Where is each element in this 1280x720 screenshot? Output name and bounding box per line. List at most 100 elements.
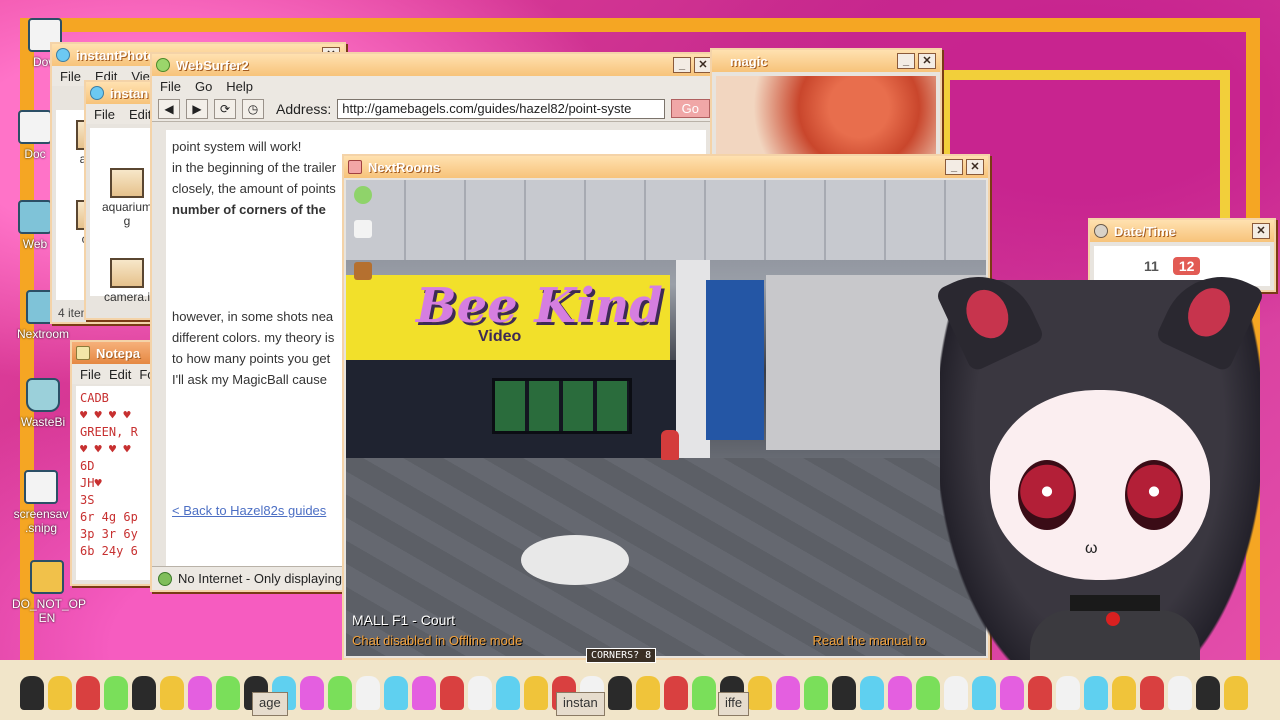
location-label: MALL F1 - Court: [352, 612, 455, 628]
critter-sprite: [468, 676, 492, 710]
critter-sprite: [524, 676, 548, 710]
critter-sprite: [1000, 676, 1024, 710]
chat-icon[interactable]: [354, 220, 372, 238]
critter-sprite: [972, 676, 996, 710]
critter-sprite: [860, 676, 884, 710]
taskbar-button[interactable]: instan: [556, 692, 605, 716]
manual-notice[interactable]: Read the manual to: [813, 633, 926, 648]
avatar-mouth: ω: [1085, 540, 1098, 557]
gear-icon: [1094, 224, 1108, 238]
titlebar[interactable]: Date/Time ✕: [1090, 220, 1274, 242]
globe-icon: [18, 200, 52, 234]
critter-sprite: [104, 676, 128, 710]
document-icon: [24, 470, 58, 504]
critter-sprite: [328, 676, 352, 710]
store-window: [492, 378, 632, 434]
ear-inner: [958, 282, 1017, 346]
menu-go[interactable]: Go: [195, 79, 212, 94]
titlebar[interactable]: WebSurfer2 _ ✕: [152, 54, 716, 76]
folder-icon: [30, 560, 64, 594]
critter-sprite: [608, 676, 632, 710]
critter-sprite: [440, 676, 464, 710]
close-icon[interactable]: ✕: [1252, 223, 1270, 239]
go-button[interactable]: Go: [670, 99, 710, 118]
critter-sprite: [20, 676, 44, 710]
refresh-icon[interactable]: ⟳: [214, 98, 236, 119]
globe-icon: [156, 58, 170, 72]
taskbar-button[interactable]: iffe: [718, 692, 750, 716]
critter-sprite: [664, 676, 688, 710]
nextrooms-icon: [348, 160, 362, 174]
desktop-icon-screensaver[interactable]: screensav .snipg: [6, 470, 76, 535]
address-input[interactable]: http://gamebagels.com/guides/hazel82/poi…: [337, 98, 665, 119]
critter-sprite: [384, 676, 408, 710]
critter-sprite: [888, 676, 912, 710]
camera-icon: [90, 86, 104, 100]
critter-sprite: [1140, 676, 1164, 710]
critter-sprite: [160, 676, 184, 710]
chat-disabled-notice: Chat disabled in Offline mode: [352, 633, 523, 648]
critter-sprite: [188, 676, 212, 710]
menu-help[interactable]: Help: [226, 79, 253, 94]
avatar-collar: [1070, 595, 1160, 611]
avatar-bell: [1106, 612, 1120, 626]
menu-edit[interactable]: Edit: [129, 107, 151, 122]
critter-sprite: [76, 676, 100, 710]
back-arrow-icon[interactable]: ◀: [158, 98, 180, 119]
critter-sprite: [636, 676, 660, 710]
minimize-icon[interactable]: _: [673, 57, 691, 73]
critter-sprite: [1084, 676, 1108, 710]
minimize-icon[interactable]: _: [897, 53, 915, 69]
critter-sprite: [1028, 676, 1052, 710]
critter-parade: [0, 676, 1280, 720]
player-character: [661, 430, 679, 460]
corners-counter: CORNERS? 8: [586, 648, 657, 663]
critter-sprite: [776, 676, 800, 710]
desktop-icon-wastebin[interactable]: WasteBi: [8, 378, 78, 429]
critter-sprite: [300, 676, 324, 710]
magic-window[interactable]: magic _ ✕: [710, 48, 942, 158]
globe-status-icon: [158, 571, 172, 586]
critter-sprite: [48, 676, 72, 710]
image-icon: [110, 258, 144, 288]
critter-sprite: [356, 676, 380, 710]
close-icon[interactable]: ✕: [966, 159, 984, 175]
camera-icon: [56, 48, 70, 62]
critter-sprite: [1196, 676, 1220, 710]
ear-inner: [1180, 281, 1238, 344]
history-icon[interactable]: ◷: [242, 98, 264, 119]
store-subtitle: Video: [478, 328, 522, 345]
back-to-guides-link[interactable]: < Back to Hazel82s guides: [172, 500, 326, 521]
taskbar-button[interactable]: age: [252, 692, 288, 716]
backpack-icon[interactable]: [354, 262, 372, 280]
menubar: File Go Help: [152, 76, 716, 96]
forward-arrow-icon[interactable]: ▶: [186, 98, 208, 119]
critter-sprite: [412, 676, 436, 710]
menu-file[interactable]: File: [160, 79, 181, 94]
folder-icon: [18, 110, 52, 144]
critter-sprite: [1056, 676, 1080, 710]
critter-sprite: [1168, 676, 1192, 710]
titlebar[interactable]: NextRooms _ ✕: [344, 156, 988, 178]
game-viewport[interactable]: Bee Kind Video MALL F1 - Court Chat disa…: [346, 180, 986, 656]
trash-icon: [26, 378, 60, 412]
court-table: [521, 535, 629, 585]
nextrooms-window[interactable]: NextRooms _ ✕ Bee Kind Video MALL F1 - C…: [342, 154, 990, 660]
critter-sprite: [1112, 676, 1136, 710]
location-pin-icon[interactable]: [354, 186, 372, 204]
critter-sprite: [132, 676, 156, 710]
minimize-icon[interactable]: _: [945, 159, 963, 175]
mall-ceiling: [346, 180, 986, 260]
titlebar[interactable]: magic _ ✕: [712, 50, 940, 72]
store-logo: Bee Kind: [416, 278, 663, 334]
menu-edit[interactable]: Edit: [109, 367, 131, 382]
critter-sprite: [944, 676, 968, 710]
menu-file[interactable]: File: [80, 367, 101, 382]
magic-ball-image: [716, 76, 936, 154]
menu-file[interactable]: File: [94, 107, 115, 122]
close-icon[interactable]: ✕: [918, 53, 936, 69]
blue-wall: [706, 280, 764, 440]
menu-file[interactable]: File: [60, 69, 81, 84]
address-bar: ◀ ▶ ⟳ ◷ Address: http://gamebagels.com/g…: [152, 96, 716, 122]
address-label: Address:: [276, 100, 332, 117]
